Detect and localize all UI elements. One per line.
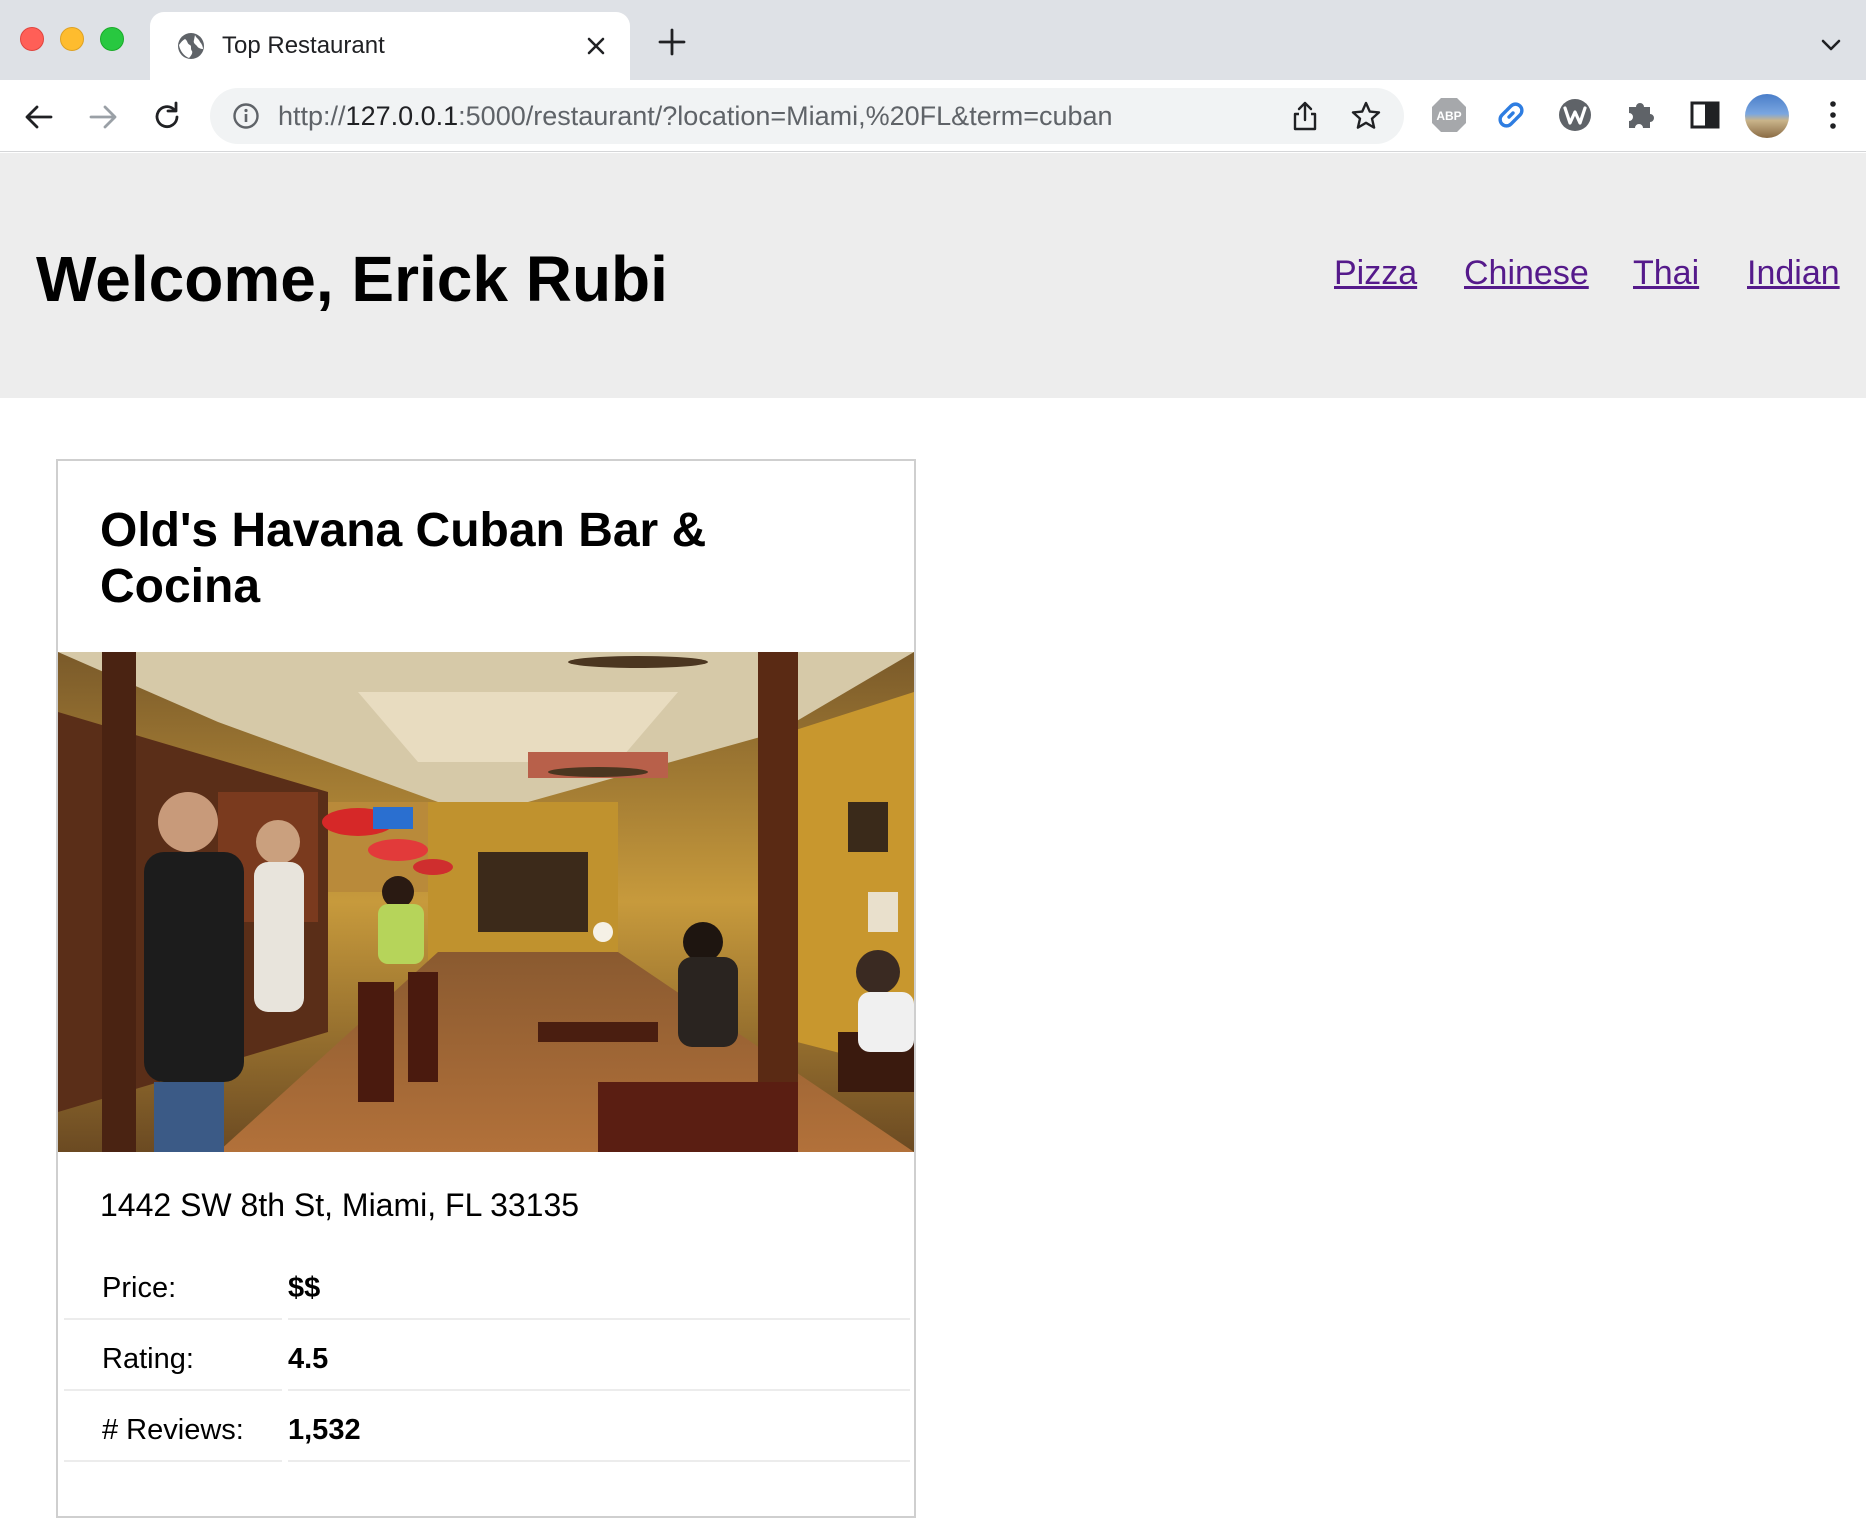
globe-icon	[178, 33, 204, 59]
table-row-reviews: # Reviews: 1,532	[64, 1393, 910, 1464]
reviews-value: 1,532	[288, 1414, 361, 1446]
welcome-heading: Welcome, Erick Rubi	[36, 243, 668, 315]
browser-tab-active[interactable]: Top Restaurant	[150, 12, 630, 80]
minimize-window-button[interactable]	[60, 27, 84, 51]
side-panel-icon[interactable]	[1686, 96, 1724, 134]
forward-arrow-icon[interactable]	[86, 100, 120, 134]
share-icon[interactable]	[1290, 100, 1320, 132]
profile-avatar[interactable]	[1745, 94, 1789, 138]
reviews-label: # Reviews:	[102, 1414, 244, 1446]
maximize-window-button[interactable]	[100, 27, 124, 51]
url-host: 127.0.0.1	[345, 101, 459, 131]
address-bar[interactable]: http://127.0.0.1:5000/restaurant/?locati…	[210, 88, 1404, 144]
price-value: $$	[288, 1272, 321, 1304]
url-text[interactable]: http://127.0.0.1:5000/restaurant/?locati…	[278, 101, 1113, 131]
adblock-plus-icon[interactable]: ABP	[1430, 96, 1468, 134]
restaurant-details-table: Price: $$ Rating: 4.5 # Reviews: 1,532	[64, 1251, 910, 1464]
rating-value: 4.5	[288, 1343, 329, 1375]
browser-tab-bar: Top Restaurant	[0, 0, 1866, 80]
close-window-button[interactable]	[20, 27, 44, 51]
link-icon[interactable]	[1492, 96, 1530, 134]
restaurant-name: Old's Havana Cuban Bar & Cocina	[100, 504, 707, 613]
price-label: Price:	[102, 1272, 177, 1304]
reload-icon[interactable]	[150, 100, 184, 134]
url-path: :5000/restaurant/?location=Miami,%20FL&t…	[458, 101, 1113, 131]
nav-link-thai[interactable]: Thai	[1633, 253, 1699, 293]
svg-text:ABP: ABP	[1436, 109, 1461, 123]
nav-link-indian[interactable]: Indian	[1747, 253, 1840, 293]
nav-link-pizza[interactable]: Pizza	[1334, 253, 1417, 293]
more-menu-icon[interactable]	[1818, 98, 1848, 132]
url-scheme: http://	[278, 101, 346, 131]
puzzle-icon[interactable]	[1622, 96, 1660, 134]
site-header: Welcome, Erick Rubi Pizza Chinese Thai I…	[0, 153, 1866, 398]
back-arrow-icon[interactable]	[22, 100, 56, 134]
chevron-down-icon[interactable]	[1818, 32, 1844, 58]
restaurant-address: 1442 SW 8th St, Miami, FL 33135	[100, 1187, 580, 1223]
table-row-rating: Rating: 4.5	[64, 1322, 910, 1393]
new-tab-plus-icon[interactable]	[656, 26, 688, 58]
restaurant-card: Old's Havana Cuban Bar & Cocina 1442 SW …	[56, 459, 916, 1518]
bookmark-star-icon[interactable]	[1350, 100, 1382, 132]
rating-label: Rating:	[102, 1343, 194, 1375]
restaurant-interior-image	[58, 652, 914, 1152]
restaurant-photo	[58, 652, 914, 1152]
info-icon[interactable]	[232, 102, 260, 130]
w-extension-icon[interactable]	[1556, 96, 1594, 134]
close-icon[interactable]	[580, 30, 612, 62]
tab-title: Top Restaurant	[222, 32, 385, 59]
table-row-price: Price: $$	[64, 1251, 910, 1322]
nav-link-chinese[interactable]: Chinese	[1464, 253, 1589, 293]
